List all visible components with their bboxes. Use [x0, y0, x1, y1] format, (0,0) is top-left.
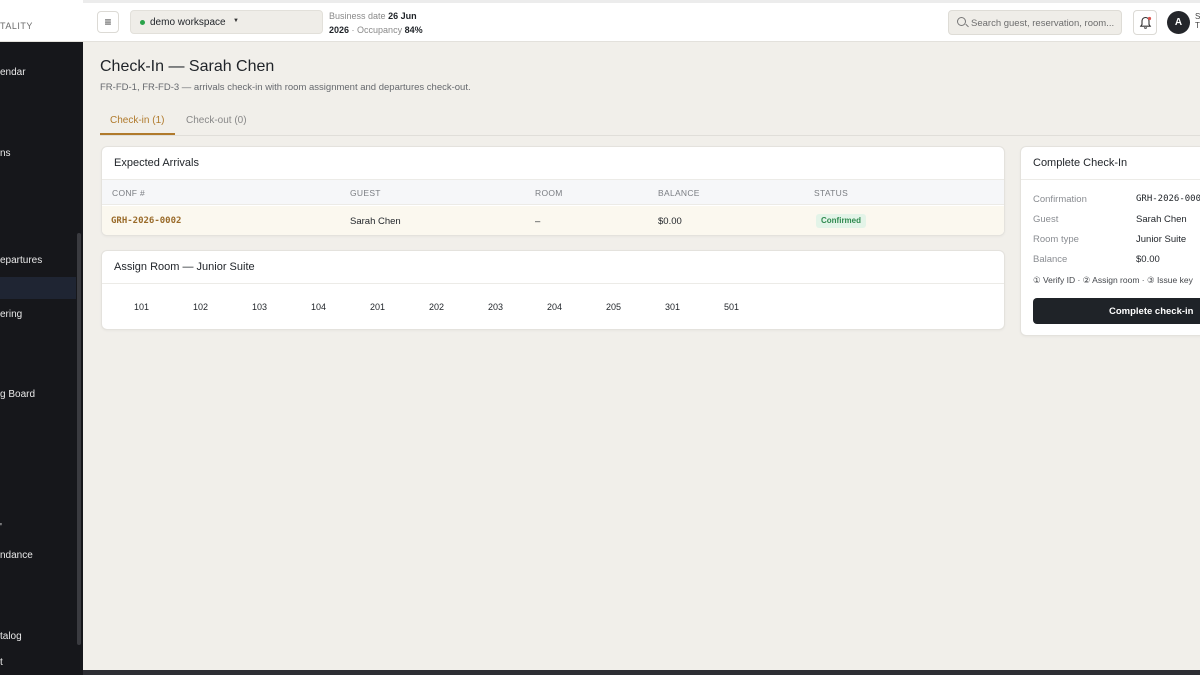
room-option-104[interactable]: 104 — [311, 302, 326, 312]
balance-label: Balance — [1033, 254, 1068, 265]
tab-bar: Check-in (1) Check-out (0) — [100, 108, 1200, 136]
room-option-102[interactable]: 102 — [193, 302, 208, 312]
workspace-name: demo workspace — [150, 17, 226, 28]
business-date-day-month: 26 Jun — [388, 11, 417, 21]
confirmation-value: GRH-2026-0002 — [1136, 194, 1200, 204]
hamburger-icon: ≡ — [104, 15, 112, 29]
sidebar: TALITY endar ns epartures ering g Board … — [0, 0, 83, 675]
brand-logo[interactable]: TALITY — [0, 0, 83, 42]
complete-check-in-card: Complete Check-In Confirmation GRH-2026-… — [1020, 146, 1200, 336]
room-option-301[interactable]: 301 — [665, 302, 680, 312]
complete-check-in-title: Complete Check-In — [1033, 157, 1128, 169]
user-avatar[interactable]: A — [1167, 11, 1190, 34]
balance-value: $0.00 — [1136, 254, 1160, 265]
guest-label: Guest — [1033, 214, 1059, 225]
sidebar-item-attendance[interactable]: ndance — [0, 550, 33, 561]
status-badge: Confirmed — [816, 214, 866, 228]
row-guest-name: Sarah Chen — [350, 216, 401, 227]
sidebar-item-last[interactable]: t — [0, 657, 3, 668]
table-row[interactable]: GRH-2026-0002 Sarah Chen – $0.00 Confirm… — [102, 206, 1004, 235]
occupancy-label: · Occupancy — [351, 25, 403, 35]
room-option-204[interactable]: 204 — [547, 302, 562, 312]
arrivals-table-header: CONF # GUEST ROOM BALANCE STATUS — [102, 180, 1004, 205]
card-divider — [102, 283, 1004, 284]
bell-icon — [1139, 16, 1152, 29]
notifications-button[interactable] — [1133, 10, 1157, 35]
card-divider — [1021, 179, 1200, 180]
row-balance: $0.00 — [658, 216, 682, 227]
sidebar-item-housekeeping[interactable]: ering — [0, 309, 22, 320]
global-search[interactable] — [948, 10, 1122, 35]
room-option-101[interactable]: 101 — [134, 302, 149, 312]
user-name-line1: S — [1195, 12, 1200, 21]
room-option-501[interactable]: 501 — [724, 302, 739, 312]
expected-arrivals-card: Expected Arrivals CONF # GUEST ROOM BALA… — [101, 146, 1005, 236]
user-name-clipped: S T — [1195, 12, 1200, 30]
tab-check-out[interactable]: Check-out (0) — [186, 115, 247, 126]
column-header-status: STATUS — [814, 188, 849, 198]
page-subtitle: FR-FD-1, FR-FD-3 — arrivals check-in wit… — [100, 82, 471, 93]
sidebar-scrollbar[interactable] — [77, 233, 81, 645]
column-header-balance: BALANCE — [658, 188, 700, 198]
active-tab-indicator — [100, 133, 175, 135]
room-option-201[interactable]: 201 — [370, 302, 385, 312]
sidebar-active-highlight — [0, 277, 76, 299]
room-type-label: Room type — [1033, 234, 1079, 245]
user-name-line2: T — [1195, 21, 1200, 30]
occupancy-value: 84% — [404, 25, 423, 35]
sidebar-item-misc[interactable]: ' — [0, 522, 2, 533]
check-in-steps: ① Verify ID · ② Assign room · ③ Issue ke… — [1033, 275, 1193, 285]
column-header-guest: GUEST — [350, 188, 381, 198]
tab-check-in[interactable]: Check-in (1) — [110, 115, 164, 126]
room-type-value: Junior Suite — [1136, 234, 1187, 245]
business-date-year: 2026 — [329, 25, 350, 35]
search-icon — [957, 17, 966, 26]
menu-toggle-button[interactable]: ≡ — [97, 11, 119, 33]
sidebar-item-reservations[interactable]: ns — [0, 148, 11, 159]
sidebar-item-catalog[interactable]: talog — [0, 631, 22, 642]
search-input[interactable] — [971, 15, 1119, 31]
sidebar-item-calendar[interactable]: endar — [0, 67, 26, 78]
room-option-103[interactable]: 103 — [252, 302, 267, 312]
page-title: Check-In — Sarah Chen — [100, 58, 275, 75]
sidebar-item-board[interactable]: g Board — [0, 389, 35, 400]
assign-room-card: Assign Room — Junior Suite 101 102 103 1… — [101, 250, 1005, 330]
row-conf-number: GRH-2026-0002 — [111, 216, 182, 226]
business-date-label: Business date — [329, 11, 386, 21]
topbar: ≡ demo workspace ▼ Business date 26 Jun … — [83, 0, 1200, 42]
column-header-conf: CONF # — [112, 188, 145, 198]
brand-name: TALITY — [0, 21, 33, 31]
room-option-202[interactable]: 202 — [429, 302, 444, 312]
row-room: – — [535, 216, 541, 227]
guest-value: Sarah Chen — [1136, 214, 1187, 225]
expected-arrivals-title: Expected Arrivals — [114, 157, 199, 169]
column-header-room: ROOM — [535, 188, 563, 198]
caret-down-icon: ▼ — [233, 18, 239, 24]
room-option-205[interactable]: 205 — [606, 302, 621, 312]
sidebar-item-arrivals-departures[interactable]: epartures — [0, 255, 42, 266]
business-date-info: Business date 26 Jun 2026 · Occupancy 84… — [329, 9, 423, 37]
complete-check-in-button[interactable]: Complete check-in — [1033, 298, 1200, 324]
confirmation-label: Confirmation — [1033, 194, 1087, 205]
workspace-status-dot — [140, 20, 145, 25]
assign-room-title: Assign Room — Junior Suite — [114, 261, 255, 273]
room-option-203[interactable]: 203 — [488, 302, 503, 312]
workspace-selector[interactable]: demo workspace ▼ — [130, 10, 323, 34]
bottom-edge-bar — [83, 670, 1200, 675]
